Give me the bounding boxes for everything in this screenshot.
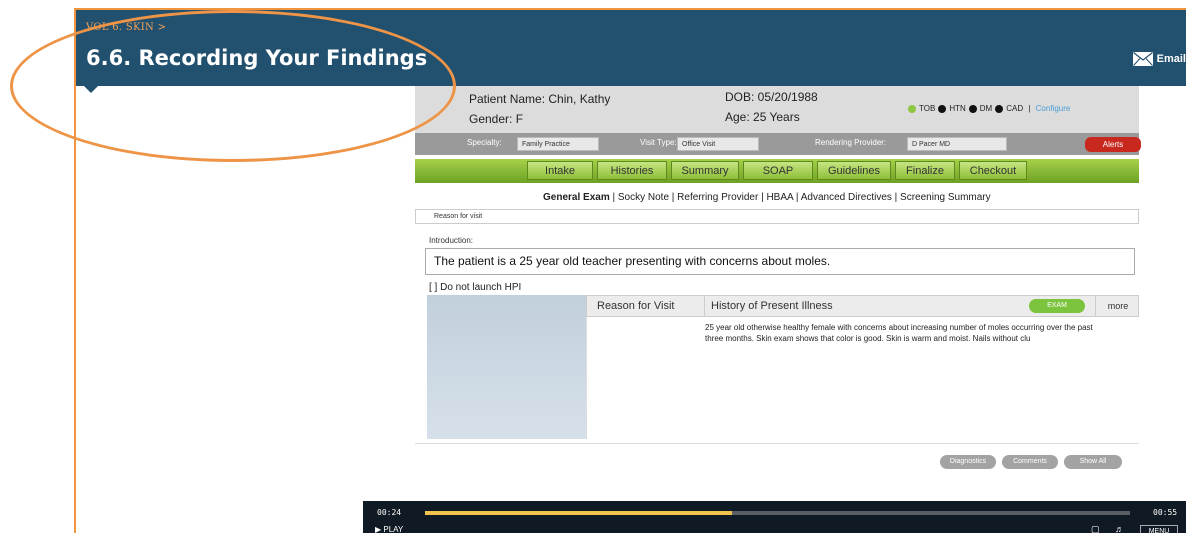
tab-guidelines: Guidelines [817, 161, 891, 180]
progress-bar[interactable] [425, 511, 1130, 515]
flag-dot-icon [968, 104, 977, 113]
envelope-icon [1132, 52, 1153, 66]
email-label: Email [1156, 53, 1186, 65]
specialty-label: Specialty: [467, 138, 502, 147]
lesson-header: VOL 6. SKIN > 6.6. Recording Your Findin… [76, 10, 1186, 86]
specialty-field: Family Practice [517, 137, 599, 151]
tab-summary: Summary [671, 161, 739, 180]
tab-intake: Intake [527, 161, 593, 180]
exam-sub-links: General Exam | Socky Note | Referring Pr… [543, 192, 991, 203]
video-player[interactable]: Patient Name: Chin, Kathy Gender: F DOB:… [363, 86, 1186, 533]
column-divider [586, 317, 587, 439]
flag-dm: DM [979, 104, 993, 113]
sub-link-others: | Socky Note | Referring Provider | HBAA… [609, 192, 991, 203]
exam-button: EXAM [1029, 299, 1085, 313]
reason-for-visit-bar: Reason for visit [415, 209, 1139, 224]
email-button[interactable]: Email [1132, 52, 1186, 66]
comments-button: Comments [1002, 455, 1058, 469]
play-label: PLAY [383, 525, 404, 533]
introduction-label: Introduction: [429, 236, 474, 245]
player-controls: 00:24 00:55 ▶ PLAY ▢ ♬ MENU [363, 501, 1186, 533]
duration: 00:55 [1153, 508, 1178, 517]
specialty-bar: Specialty: Family Practice Visit Type: O… [415, 133, 1141, 155]
reason-for-visit-column: Reason for Visit [597, 300, 675, 312]
flag-htn: HTN [949, 104, 966, 113]
tab-histories: Histories [597, 161, 667, 180]
play-icon: ▶ [375, 525, 382, 533]
header-notch [84, 86, 98, 93]
page-title: 6.6. Recording Your Findings [86, 46, 428, 70]
hpi-column: History of Present Illness [711, 300, 833, 312]
tab-finalize: Finalize [895, 161, 955, 180]
menu-button[interactable]: MENU [1140, 525, 1178, 533]
tab-soap: SOAP [743, 161, 813, 180]
flag-dot-icon [995, 104, 1004, 113]
divider [415, 443, 1139, 444]
patient-dob: DOB: 05/20/1988 [725, 90, 818, 104]
visit-type-field: Office Visit [677, 137, 759, 151]
emr-screenshot: Patient Name: Chin, Kathy Gender: F DOB:… [363, 86, 1186, 501]
introduction-field: The patient is a 25 year old teacher pre… [425, 248, 1135, 275]
column-divider [704, 296, 705, 316]
patient-name: Patient Name: Chin, Kathy [469, 92, 611, 106]
volume-icon[interactable]: ♬ [1115, 524, 1124, 533]
hpi-grid-header: Reason for Visit History of Present Illn… [586, 295, 1139, 317]
patient-gender: Gender: F [469, 112, 524, 126]
diagnostics-button: Diagnostics [940, 455, 996, 469]
flag-dot-icon [938, 104, 947, 113]
play-button[interactable]: ▶ PLAY [375, 525, 403, 533]
visit-type-label: Visit Type: [640, 138, 677, 147]
flag-tob: TOB [919, 104, 936, 113]
more-button: more [1095, 296, 1140, 316]
flag-cad: CAD [1006, 104, 1024, 113]
breadcrumb[interactable]: VOL 6. SKIN > [86, 22, 166, 33]
fullscreen-icon[interactable]: ▢ [1091, 524, 1100, 533]
emr-tab-bar: Intake Histories Summary SOAP Guidelines… [415, 159, 1139, 183]
configure-link: Configure [1035, 104, 1071, 113]
alerts-button: Alerts [1085, 137, 1141, 152]
provider-label: Rendering Provider: [815, 138, 887, 147]
patient-header: Patient Name: Chin, Kathy Gender: F DOB:… [415, 86, 1139, 133]
hpi-text: 25 year old otherwise healthy female wit… [705, 323, 1093, 343]
tab-checkout: Checkout [959, 161, 1027, 180]
risk-flags: TOB HTN DM CAD | Configure [908, 104, 1070, 113]
sub-link-general-exam: General Exam [543, 192, 610, 203]
do-not-launch-hpi-option: [ ] Do not launch HPI [429, 282, 522, 293]
provider-field: D Pacer MD [907, 137, 1007, 151]
image-placeholder [427, 295, 586, 439]
progress-fill [425, 511, 733, 515]
patient-age: Age: 25 Years [725, 110, 800, 124]
flag-dot-icon [908, 104, 916, 113]
show-all-button: Show All [1064, 455, 1122, 469]
current-time: 00:24 [377, 508, 402, 517]
